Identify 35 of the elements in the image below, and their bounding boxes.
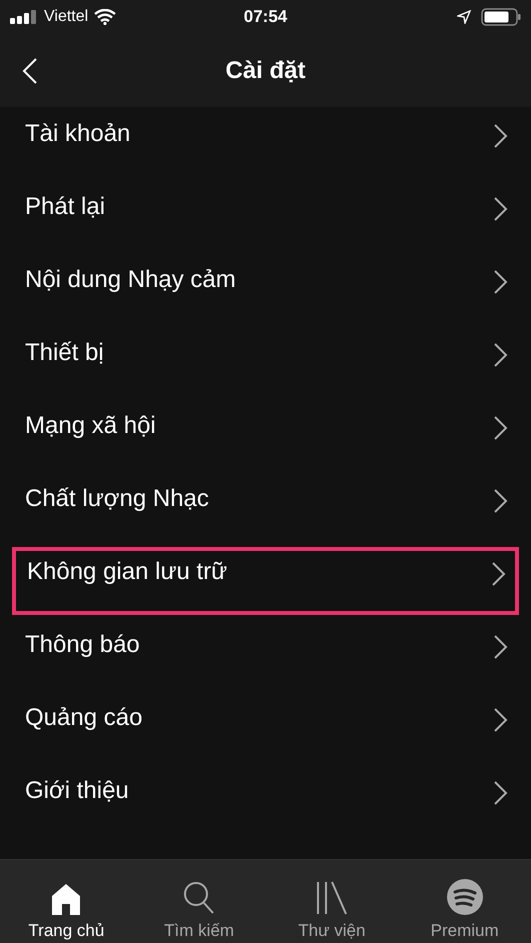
chevron-right-icon [493,780,509,806]
settings-item[interactable]: Chất lượng Nhạc [25,486,493,512]
settings-item[interactable]: Thông báo [25,632,493,658]
wifi-icon [94,9,116,25]
spotify-logo-icon [446,879,483,915]
chevron-right-icon [493,707,509,733]
chevron-right-icon [493,123,509,149]
chevron-right-icon [493,196,509,222]
settings-item[interactable]: Nội dung Nhạy cảm [25,267,493,294]
settings-item[interactable]: Giới thiệu [25,778,493,804]
tab-bar-item[interactable]: Tìm kiếm [132,860,266,943]
clock-time: 07:54 [244,7,288,27]
settings-item[interactable]: Không gian lưu trữ [27,559,491,586]
page-title: Cài đặt [225,56,306,84]
settings-item[interactable]: Thiết bị [25,340,493,366]
tab-bar-item[interactable]: Thư viện [266,860,398,943]
library-icon [316,881,348,915]
battery-icon [481,8,522,26]
settings-item[interactable]: Quảng cáo [25,705,493,732]
chevron-right-icon [493,269,509,295]
chevron-right-icon [493,415,509,441]
home-icon [51,883,82,915]
chevron-right-icon [491,561,507,587]
carrier-name: Viettel [44,8,88,26]
search-icon [183,881,216,915]
settings-item[interactable]: Tài khoản [25,121,493,148]
tab-bar-item[interactable]: Trang chủ [0,860,133,943]
location-arrow-icon [457,10,472,24]
settings-item[interactable]: Mạng xã hội [25,413,493,440]
tab-bar-item[interactable]: Premium [398,860,531,943]
chevron-right-icon [493,634,509,660]
chevron-right-icon [493,342,509,368]
settings-item[interactable]: Phát lại [25,194,493,220]
chevron-right-icon [493,488,509,514]
signal-icon [10,10,38,24]
